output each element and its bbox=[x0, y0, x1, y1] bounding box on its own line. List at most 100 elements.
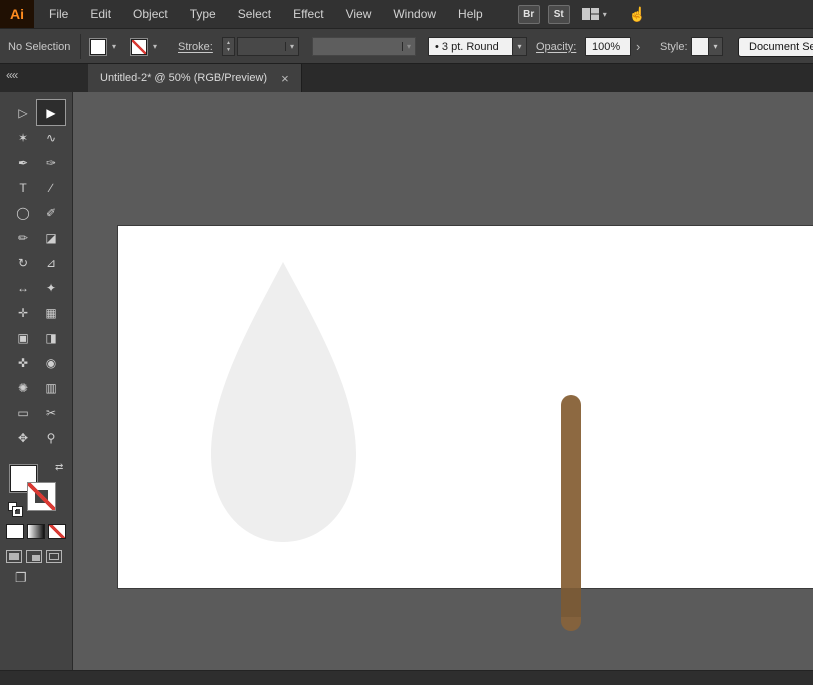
stroke-color-swatch[interactable] bbox=[131, 38, 147, 55]
zoom-tool[interactable]: ⚲ bbox=[37, 425, 65, 450]
tools-grid: ▷ ▶ ✶ ∿ ✒ ✑ T ∕ ◯ ✐ ✏ ◪ ↻ ⊿ ↔ ✦ ✛ ▦ ▣ ◨ ✜ ◉ ✺ ▥ ▭ ✂ ✥ ⚲ bbox=[9, 99, 66, 450]
drawing-mode-buttons bbox=[6, 550, 62, 563]
brush-chevron-icon[interactable]: ▾ bbox=[513, 37, 527, 56]
menu-bar: Ai File Edit Object Type Select Effect View Win… bbox=[0, 0, 813, 29]
hand-tool[interactable]: ✥ bbox=[9, 425, 37, 450]
menu-item-help[interactable]: Help bbox=[447, 0, 494, 28]
mesh-tool[interactable]: ▦ bbox=[37, 300, 65, 325]
width-tool[interactable]: ↔ bbox=[9, 275, 37, 300]
chevron-down-icon: ▾ bbox=[402, 42, 415, 51]
canvas-pasteboard[interactable] bbox=[73, 92, 813, 670]
menu-item-file[interactable]: File bbox=[38, 0, 79, 28]
stock-button[interactable]: St bbox=[547, 4, 570, 24]
stem-shadow-segment bbox=[561, 588, 581, 617]
document-tab-bar: «« Untitled-2* @ 50% (RGB/Preview) × bbox=[0, 64, 813, 92]
color-mode-buttons bbox=[6, 524, 66, 539]
selection-status: No Selection bbox=[8, 40, 71, 53]
opacity-label[interactable]: Opacity: bbox=[536, 41, 576, 53]
symbol-sprayer-tool[interactable]: ✺ bbox=[9, 375, 37, 400]
swap-fill-stroke-icon[interactable]: ⇄ bbox=[55, 462, 63, 473]
stroke-panel-link[interactable]: Stroke: bbox=[178, 41, 213, 53]
slice-tool[interactable]: ✂ bbox=[37, 400, 65, 425]
stroke-weight-select[interactable]: ▾ bbox=[237, 37, 299, 56]
draw-inside-button[interactable] bbox=[46, 550, 62, 563]
free-transform-tool[interactable]: ✦ bbox=[37, 275, 65, 300]
none-slash-icon bbox=[28, 483, 55, 510]
illustrator-window: Ai File Edit Object Type Select Effect View Win… bbox=[0, 0, 813, 685]
scale-tool[interactable]: ⊿ bbox=[37, 250, 65, 275]
status-bar bbox=[0, 670, 813, 685]
paintbrush-tool[interactable]: ✐ bbox=[37, 200, 65, 225]
tools-panel: ▷ ▶ ✶ ∿ ✒ ✑ T ∕ ◯ ✐ ✏ ◪ ↻ ⊿ ↔ ✦ ✛ ▦ ▣ ◨ ✜ ◉ ✺ ▥ ▭ ✂ ✥ ⚲ ⇄ ❐ bbox=[0, 92, 73, 670]
stem-shape[interactable] bbox=[561, 395, 581, 631]
stepper-up-icon[interactable]: ▲ bbox=[226, 40, 231, 47]
width-profile-select[interactable]: ▾ bbox=[312, 37, 416, 56]
menu-item-effect[interactable]: Effect bbox=[282, 0, 334, 28]
selection-tool[interactable]: ▶ bbox=[36, 99, 66, 126]
fill-color-swatch[interactable] bbox=[90, 38, 106, 55]
lasso-tool[interactable]: ∿ bbox=[37, 125, 65, 150]
stepper-down-icon[interactable]: ▼ bbox=[226, 47, 231, 54]
screen-mode-button[interactable]: ❐ bbox=[15, 570, 27, 586]
draw-normal-button[interactable] bbox=[6, 550, 22, 563]
share-hand-icon[interactable]: ☝ bbox=[629, 6, 646, 23]
line-segment-tool[interactable]: ∕ bbox=[37, 175, 65, 200]
menu-item-select[interactable]: Select bbox=[227, 0, 282, 28]
stem-tip-segment bbox=[561, 617, 581, 631]
fill-stroke-indicator: ⇄ bbox=[8, 462, 68, 520]
draw-behind-button[interactable] bbox=[26, 550, 42, 563]
none-slash-icon bbox=[49, 525, 65, 538]
stroke-swatch-chevron-icon[interactable]: ▾ bbox=[149, 39, 161, 55]
chevron-down-icon: ▾ bbox=[602, 9, 607, 19]
menu-items: File Edit Object Type Select Effect View Window… bbox=[38, 0, 494, 28]
divider bbox=[80, 34, 81, 59]
panel-collapse-icon[interactable]: «« bbox=[6, 68, 18, 82]
menu-item-type[interactable]: Type bbox=[179, 0, 227, 28]
artboard-tool[interactable]: ▭ bbox=[9, 400, 37, 425]
document-tab[interactable]: Untitled-2* @ 50% (RGB/Preview) × bbox=[88, 64, 302, 92]
workspace-switcher-icon bbox=[581, 8, 599, 20]
type-tool[interactable]: T bbox=[9, 175, 37, 200]
style-swatch[interactable] bbox=[691, 37, 709, 56]
shape-builder-tool[interactable]: ✛ bbox=[9, 300, 37, 325]
pencil-tool[interactable]: ✏ bbox=[9, 225, 37, 250]
eraser-tool[interactable]: ◪ bbox=[37, 225, 65, 250]
menu-item-object[interactable]: Object bbox=[122, 0, 179, 28]
bridge-button[interactable]: Br bbox=[517, 4, 540, 24]
gradient-tool[interactable]: ◨ bbox=[37, 325, 65, 350]
opacity-expand-icon[interactable]: › bbox=[636, 39, 640, 54]
fill-swatch-chevron-icon[interactable]: ▾ bbox=[108, 39, 120, 55]
stroke-indicator[interactable] bbox=[27, 482, 56, 511]
menu-item-window[interactable]: Window bbox=[382, 0, 447, 28]
eyedropper-tool[interactable]: ✜ bbox=[9, 350, 37, 375]
default-fill-stroke-icon[interactable] bbox=[8, 502, 23, 517]
graph-tool[interactable]: ▥ bbox=[37, 375, 65, 400]
workspace-switcher[interactable]: ▾ bbox=[581, 8, 607, 20]
close-icon[interactable]: × bbox=[281, 72, 289, 85]
style-chevron-icon[interactable]: ▾ bbox=[709, 37, 723, 56]
menu-item-edit[interactable]: Edit bbox=[79, 0, 122, 28]
pen-tool[interactable]: ✒ bbox=[9, 150, 37, 175]
gradient-button[interactable] bbox=[27, 524, 45, 539]
curvature-tool[interactable]: ✑ bbox=[37, 150, 65, 175]
leaf-shape[interactable] bbox=[211, 262, 356, 542]
document-setup-button[interactable]: Document Setu bbox=[738, 36, 813, 57]
ellipse-tool[interactable]: ◯ bbox=[9, 200, 37, 225]
magic-wand-tool[interactable]: ✶ bbox=[9, 125, 37, 150]
opacity-input[interactable]: 100% bbox=[585, 37, 631, 56]
rotate-tool[interactable]: ↻ bbox=[9, 250, 37, 275]
app-logo: Ai bbox=[0, 0, 34, 28]
blend-tool[interactable]: ◉ bbox=[37, 350, 65, 375]
none-slash-icon bbox=[132, 39, 146, 54]
stroke-weight-stepper[interactable]: ▲ ▼ bbox=[222, 37, 235, 56]
perspective-grid-tool[interactable]: ▣ bbox=[9, 325, 37, 350]
menu-item-view[interactable]: View bbox=[335, 0, 383, 28]
control-bar: No Selection ▾ ▾ Stroke: ▲ ▼ ▾ ▾ • 3 pt.… bbox=[0, 29, 813, 64]
direct-selection-tool[interactable]: ▷ bbox=[9, 100, 37, 125]
none-button[interactable] bbox=[48, 524, 66, 539]
document-tab-title: Untitled-2* @ 50% (RGB/Preview) bbox=[100, 72, 268, 84]
brush-definition-field[interactable]: • 3 pt. Round bbox=[428, 37, 513, 56]
leaf-path bbox=[211, 262, 356, 542]
chevron-down-icon: ▾ bbox=[285, 42, 298, 51]
color-button[interactable] bbox=[6, 524, 24, 539]
